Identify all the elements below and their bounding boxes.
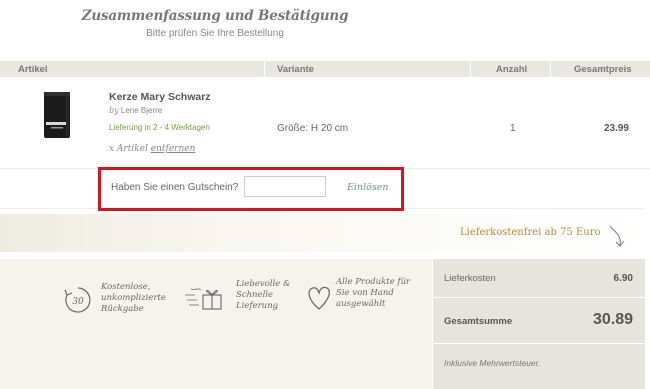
delivery-time: Lieferung in 2 - 4 Werktagen — [109, 123, 210, 132]
product-name[interactable]: Kerze Mary Schwarz — [109, 91, 211, 103]
table-header: Artikel Variante Anzahl Gesamtpreis — [0, 61, 650, 77]
free-shipping-text: Lieferkostenfrei ab 75 Euro — [460, 227, 601, 238]
brand-prefix: by — [109, 106, 119, 115]
product-quantity: 1 — [510, 123, 516, 134]
page-subtitle: Bitte prüfen Sie Ihre Bestellung — [146, 28, 284, 39]
table-row: Kerze Mary Schwarz by Lene Bjerre Liefer… — [0, 77, 650, 169]
column-header-quantity: Anzahl — [496, 64, 528, 75]
grand-total-label: Gesamtsumme — [444, 316, 513, 327]
return-days-label: 30 — [72, 297, 84, 307]
shipping-cost-value: 6.90 — [613, 273, 633, 284]
return-30-icon: 30 — [64, 287, 91, 313]
vat-note: Inklusive Mehrwertsteuer. — [444, 358, 541, 368]
curved-arrow-icon — [609, 225, 625, 247]
column-header-article: Artikel — [18, 64, 48, 75]
remove-item-link[interactable]: entfernen — [151, 144, 196, 154]
column-header-variant: Variante — [277, 64, 314, 75]
page-title: Zusammenfassung und Bestätigung — [81, 8, 349, 24]
feature-fast-delivery: Liebevolle & Schnelle Lieferung — [236, 279, 291, 311]
shipping-cost-label: Lieferkosten — [444, 273, 496, 284]
feature-handpicked: Alle Produkte für Sie von Hand ausgewähl… — [336, 277, 411, 309]
heart-icon — [308, 286, 330, 310]
feature-free-returns: Kostenlose, unkomplizierte Rückgabe — [101, 282, 166, 314]
voucher-label: Haben Sie einen Gutschein? — [111, 182, 239, 193]
gift-icon — [185, 288, 222, 310]
product-variant: Größe: H 20 cm — [277, 123, 349, 134]
product-total: 23.99 — [603, 123, 629, 134]
product-image[interactable] — [42, 90, 72, 140]
product-brand: by Lene Bjerre — [109, 106, 162, 115]
column-divider — [264, 61, 265, 77]
grand-total-value: 30.89 — [592, 311, 633, 328]
column-header-total: Gesamtpreis — [574, 64, 632, 75]
redeem-voucher-button[interactable]: Einlösen — [347, 182, 388, 193]
remove-item: x Artikel entfernen — [109, 144, 195, 154]
voucher-code-input[interactable] — [244, 176, 326, 197]
summary-divider — [433, 297, 645, 298]
summary-divider — [433, 343, 645, 344]
brand-name: Lene Bjerre — [120, 106, 163, 115]
column-divider — [470, 61, 471, 77]
remove-prefix: x Artikel — [109, 144, 148, 154]
checkout-header: Zusammenfassung und Bestätigung Bitte pr… — [0, 0, 430, 52]
column-divider — [550, 61, 551, 77]
